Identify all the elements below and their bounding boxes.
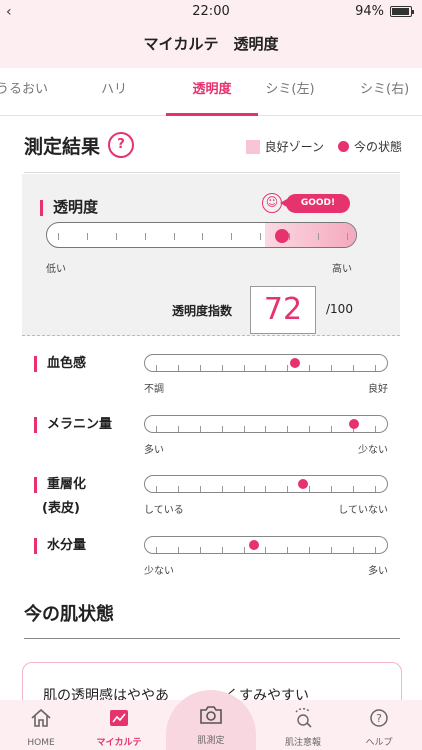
help-circle-icon: ? <box>370 709 388 727</box>
current-state-dot <box>337 141 349 152</box>
main-content: 測定結果 ? 良好ゾーン 今の状態 透明度 ☺ GOOD! 低い 高い 透明度指… <box>0 116 422 700</box>
tab-spots-left[interactable]: シミ(左) <box>244 68 336 116</box>
label-mark <box>34 355 37 372</box>
metric-right-label: 少ない <box>358 445 388 456</box>
metric-dot <box>348 419 359 429</box>
metric-stratification: 重層化 (表皮) している していない <box>34 475 390 535</box>
metric-ticks <box>156 547 376 553</box>
transparency-label: 透明度 <box>40 196 98 217</box>
nav-help-label: ヘルプ <box>365 738 393 748</box>
metric-dot <box>297 479 308 489</box>
metric-label: メラニン量 <box>34 415 112 435</box>
metric-right-label: 多い <box>368 566 388 577</box>
svg-text:?: ? <box>376 712 382 725</box>
result-header: 測定結果 ? 良好ゾーン 今の状態 <box>24 130 402 160</box>
good-badge: GOOD! <box>280 194 350 213</box>
help-icon[interactable]: ? <box>108 132 134 158</box>
nav-karte-label: マイカルテ <box>96 738 142 748</box>
tab-hari[interactable]: ハリ <box>68 68 160 116</box>
metric-dot <box>248 540 259 550</box>
metric-label: 重層化 <box>34 475 86 495</box>
nav-home[interactable]: HOME <box>6 700 76 750</box>
nav-home-label: HOME <box>27 738 55 748</box>
index-value: 72 <box>250 286 316 334</box>
result-title: 測定結果 <box>24 136 101 158</box>
gauge-high-label: 高い <box>332 264 352 275</box>
label-mark <box>34 537 37 554</box>
bottom-nav: HOME マイカルテ 肌測定 肌注意報 ? ヘルプ <box>0 690 422 750</box>
face-alert-icon <box>295 708 312 728</box>
page-title: マイカルテ 透明度 <box>0 24 422 68</box>
metric-ticks <box>156 426 376 432</box>
transparency-panel: 透明度 ☺ GOOD! 低い 高い 透明度指数 72 /100 <box>22 174 400 336</box>
nav-alert-label: 肌注意報 <box>284 738 321 748</box>
legend-current-label: 今の状態 <box>353 140 402 154</box>
status-bar: ‹ 22:00 94% <box>0 0 422 24</box>
gauge-low-label: 低い <box>46 264 66 275</box>
divider <box>24 638 400 639</box>
metric-ticks <box>156 365 376 371</box>
index-label: 透明度指数 <box>172 304 233 318</box>
chart-icon <box>110 710 128 726</box>
metric-label-text: 水分量 <box>47 538 87 553</box>
battery-icon <box>390 6 414 17</box>
nav-karte[interactable]: マイカルテ <box>84 700 154 750</box>
metric-right-label: していない <box>338 505 388 516</box>
metric-sublabel: (表皮) <box>42 501 80 516</box>
metric-blood-color: 血色感 不調 良好 <box>34 354 390 414</box>
metric-left-label: している <box>144 505 184 516</box>
good-zone-swatch <box>245 139 260 154</box>
tab-spots-right[interactable]: シミ(右) <box>360 68 422 116</box>
label-mark <box>40 199 43 216</box>
home-icon <box>31 708 51 727</box>
metric-right-label: 良好 <box>368 384 388 395</box>
metric-left-label: 多い <box>144 445 164 456</box>
nav-help[interactable]: ? ヘルプ <box>344 700 414 750</box>
legend: 良好ゾーン 今の状態 <box>245 138 402 155</box>
skin-state-text: 肌の透明感はややあ くすみやすい <box>43 688 309 700</box>
skin-state-title: 今の肌状態 <box>24 604 114 625</box>
smile-face-icon: ☺ <box>262 193 282 213</box>
legend-good-label: 良好ゾーン <box>264 140 324 154</box>
camera-icon <box>200 706 222 724</box>
battery-percent: 94% <box>355 4 384 19</box>
index-max: /100 <box>326 302 353 316</box>
metric-left-label: 不調 <box>144 384 164 395</box>
metric-melanin: メラニン量 多い 少ない <box>34 415 390 475</box>
nav-measure-label: 肌測定 <box>197 736 225 746</box>
metric-label-text: 重層化 <box>47 477 87 492</box>
nav-alert[interactable]: 肌注意報 <box>268 700 338 750</box>
transparency-label-text: 透明度 <box>53 198 99 216</box>
status-battery: 94% <box>355 4 414 19</box>
gauge-ticks <box>58 233 348 240</box>
metric-moisture: 水分量 少ない 多い <box>34 536 390 596</box>
metric-label-text: メラニン量 <box>47 417 113 432</box>
label-mark <box>34 416 37 433</box>
divider <box>24 172 400 173</box>
label-mark <box>34 476 37 493</box>
tab-uruoi[interactable]: うるおい <box>0 68 68 116</box>
metric-label-text: 血色感 <box>47 356 87 371</box>
category-tabs: うるおい ハリ 透明度 シミ(左) シミ(右) <box>0 68 422 116</box>
metric-ticks <box>156 486 376 492</box>
metric-left-label: 少ない <box>144 566 174 577</box>
metric-label: 血色感 <box>34 354 86 374</box>
metric-label: 水分量 <box>34 536 86 556</box>
